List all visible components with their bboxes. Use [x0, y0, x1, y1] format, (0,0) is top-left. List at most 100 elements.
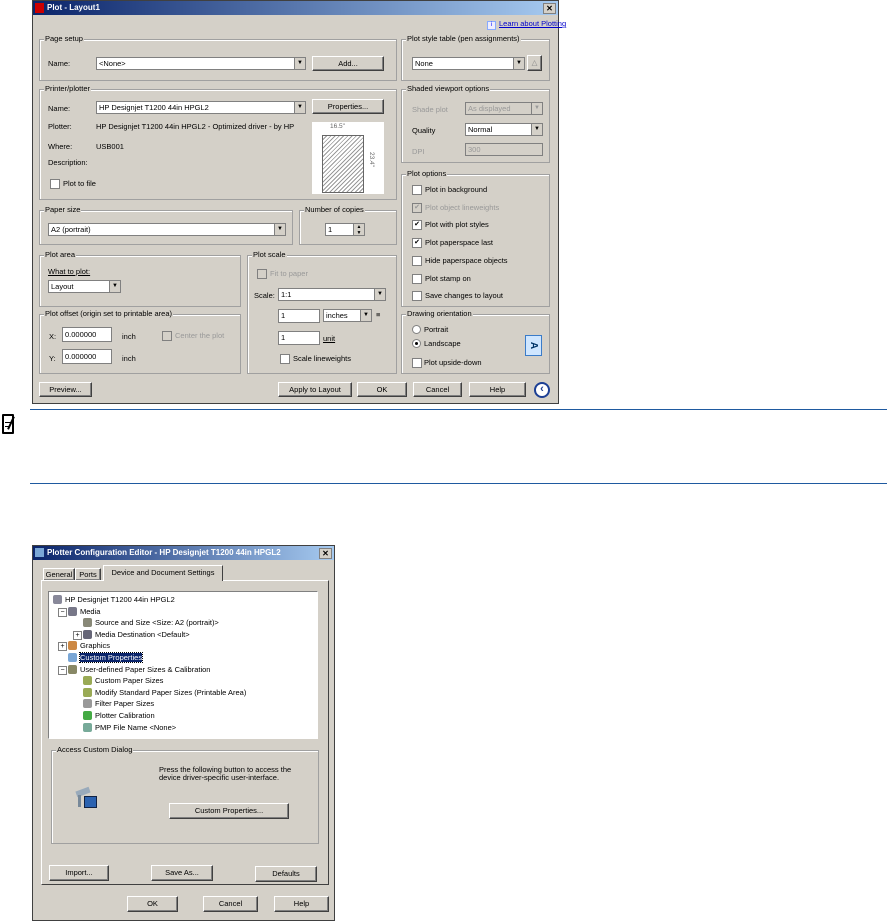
cancel-button[interactable]: Cancel [203, 896, 258, 912]
tree-item[interactable]: User-defined Paper Sizes & Calibration [80, 665, 210, 674]
note-bottom-rule [30, 483, 887, 484]
preview-button[interactable]: Preview... [39, 382, 92, 397]
portrait-radio[interactable] [412, 325, 421, 334]
tree-item[interactable]: PMP File Name <None> [95, 723, 176, 732]
group-label: Plot style table (pen assignments) [406, 34, 521, 43]
input-value: 1 [328, 225, 333, 234]
center-plot-checkbox[interactable] [162, 331, 172, 341]
what-to-plot-select[interactable]: Layout ▼ [48, 280, 121, 293]
close-button[interactable]: ✕ [543, 3, 556, 14]
apply-to-layout-button[interactable]: Apply to Layout [278, 382, 352, 397]
help-button[interactable]: Help [469, 382, 526, 397]
fit-to-paper-checkbox[interactable] [257, 269, 267, 279]
expand-toggle-icon[interactable]: − [58, 607, 67, 617]
plot-scale-group: Plot scale Fit to paper Scale: 1:1 ▼ 1 in… [247, 250, 397, 374]
expand-toggle-icon[interactable]: + [58, 642, 67, 652]
page-setup-name-select[interactable]: <None> ▼ [96, 57, 306, 70]
properties-button[interactable]: Properties... [312, 99, 384, 114]
spinner-icon[interactable]: ▲ ▼ [353, 224, 364, 235]
plot-option-checkbox[interactable] [412, 255, 422, 266]
tree-item[interactable]: Plotter Calibration [95, 711, 155, 720]
tree-item[interactable]: Graphics [80, 641, 110, 650]
tab-device-document-settings[interactable]: Device and Document Settings [103, 565, 223, 581]
settings-tree[interactable]: HP Designjet T1200 44in HPGL2 − Media Sourc… [48, 591, 318, 739]
ok-button[interactable]: OK [127, 896, 178, 912]
scale-select[interactable]: 1:1 ▼ [278, 288, 386, 301]
input-value: 1 [281, 311, 286, 320]
tree-item[interactable]: Source and Size <Size: A2 (portrait)> [95, 618, 219, 627]
quality-select[interactable]: Normal ▼ [465, 123, 543, 136]
title-bar: Plot - Layout1 ✕ [33, 1, 558, 15]
paper-size-select[interactable]: A2 (portrait) ▼ [48, 223, 286, 236]
import-button[interactable]: Import... [49, 865, 109, 881]
chevron-down-icon: ▼ [294, 102, 305, 113]
plot-option-checkbox[interactable]: ✔ [412, 238, 422, 249]
input-value: 0.000000 [65, 352, 97, 361]
copies-stepper[interactable]: 1 ▲ ▼ [325, 223, 365, 236]
tree-node-icon [83, 699, 92, 709]
select-value: 1:1 [281, 290, 292, 299]
learn-link[interactable]: Learn about Plotting [499, 19, 566, 28]
save-as-button[interactable]: Save As... [151, 865, 213, 881]
checkbox-label: Fit to paper [270, 269, 308, 278]
add-button[interactable]: Add... [312, 56, 384, 71]
close-button[interactable]: ✕ [319, 548, 332, 559]
x-offset-input[interactable]: 0.000000 [62, 327, 112, 342]
page-setup-group: Page setup Name: <None> ▼ Add... [39, 34, 397, 81]
printer-name-select[interactable]: HP Designjet T1200 44in HPGL2 ▼ [96, 101, 306, 114]
expand-toggle-icon[interactable]: − [58, 665, 67, 675]
tree-item[interactable]: Filter Paper Sizes [95, 699, 154, 708]
help-button[interactable]: Help [274, 896, 329, 912]
plot-style-select[interactable]: None ▼ [412, 57, 525, 70]
plot-option-checkbox[interactable]: ✔ [412, 202, 422, 213]
more-options-button[interactable]: ‹ [534, 382, 550, 398]
description-label: Description: [48, 158, 88, 167]
expand-toggle-icon[interactable]: + [73, 630, 82, 640]
tree-item[interactable]: Custom Properties [78, 652, 144, 663]
chevron-down-icon: ▼ [294, 58, 305, 69]
plot-option-checkbox[interactable] [412, 291, 422, 302]
select-value: <None> [99, 59, 126, 68]
tree-node-icon [68, 606, 77, 616]
y-label: Y: [49, 354, 56, 363]
chevron-down-icon: ▼ [531, 124, 542, 135]
paper-size-group: Paper size A2 (portrait) ▼ [39, 205, 293, 245]
quality-label: Quality [412, 126, 436, 135]
defaults-button[interactable]: Defaults [255, 866, 317, 882]
tree-node-icon [68, 653, 77, 662]
dpi-input[interactable]: 300 [465, 143, 543, 156]
tree-node-icon [68, 664, 77, 674]
plot-dialog: Plot - Layout1 ✕ i Learn about Plotting … [32, 0, 566, 404]
dialog-title: Plot - Layout1 [47, 3, 100, 12]
input-value: 0.000000 [65, 330, 97, 339]
upside-down-checkbox[interactable] [412, 358, 422, 368]
tree-item[interactable]: Media Destination <Default> [95, 630, 190, 639]
plot-to-file-checkbox[interactable] [50, 179, 60, 189]
checkbox-label: Scale lineweights [293, 354, 351, 363]
shade-plot-select[interactable]: As displayed ▼ [465, 102, 543, 115]
access-custom-dialog-group: Access Custom Dialog Press the following… [51, 745, 319, 844]
plot-option-checkbox[interactable]: ✔ [412, 220, 422, 231]
tree-item[interactable]: HP Designjet T1200 44in HPGL2 [65, 595, 175, 604]
group-label: Plot area [44, 250, 77, 259]
plot-option-checkbox[interactable] [412, 273, 422, 284]
custom-properties-button[interactable]: Custom Properties... [169, 803, 289, 819]
tree-item[interactable]: Custom Paper Sizes [95, 676, 163, 685]
scale-value-input[interactable]: 1 [278, 309, 320, 323]
units-select[interactable]: inches ▼ [323, 309, 372, 322]
drawing-orientation-group: Drawing orientation Portrait Landscape P… [401, 309, 550, 374]
tree-item[interactable]: Media [80, 607, 100, 616]
scale-lineweights-checkbox[interactable] [280, 354, 290, 364]
group-label: Number of copies [304, 205, 365, 214]
plotter-value: HP Designjet T1200 44in HPGL2 - Optimize… [96, 122, 295, 131]
unit-value-input[interactable]: 1 [278, 331, 320, 345]
landscape-radio[interactable] [412, 339, 421, 348]
cancel-button[interactable]: Cancel [413, 382, 462, 397]
plot-option-checkbox[interactable] [412, 185, 422, 195]
tree-node-icon [83, 687, 92, 697]
unit-label: unit [323, 334, 336, 343]
tree-item[interactable]: Modify Standard Paper Sizes (Printable A… [95, 688, 246, 697]
edit-plot-style-button[interactable]: △ [527, 55, 542, 71]
y-offset-input[interactable]: 0.000000 [62, 349, 112, 364]
ok-button[interactable]: OK [357, 382, 407, 397]
